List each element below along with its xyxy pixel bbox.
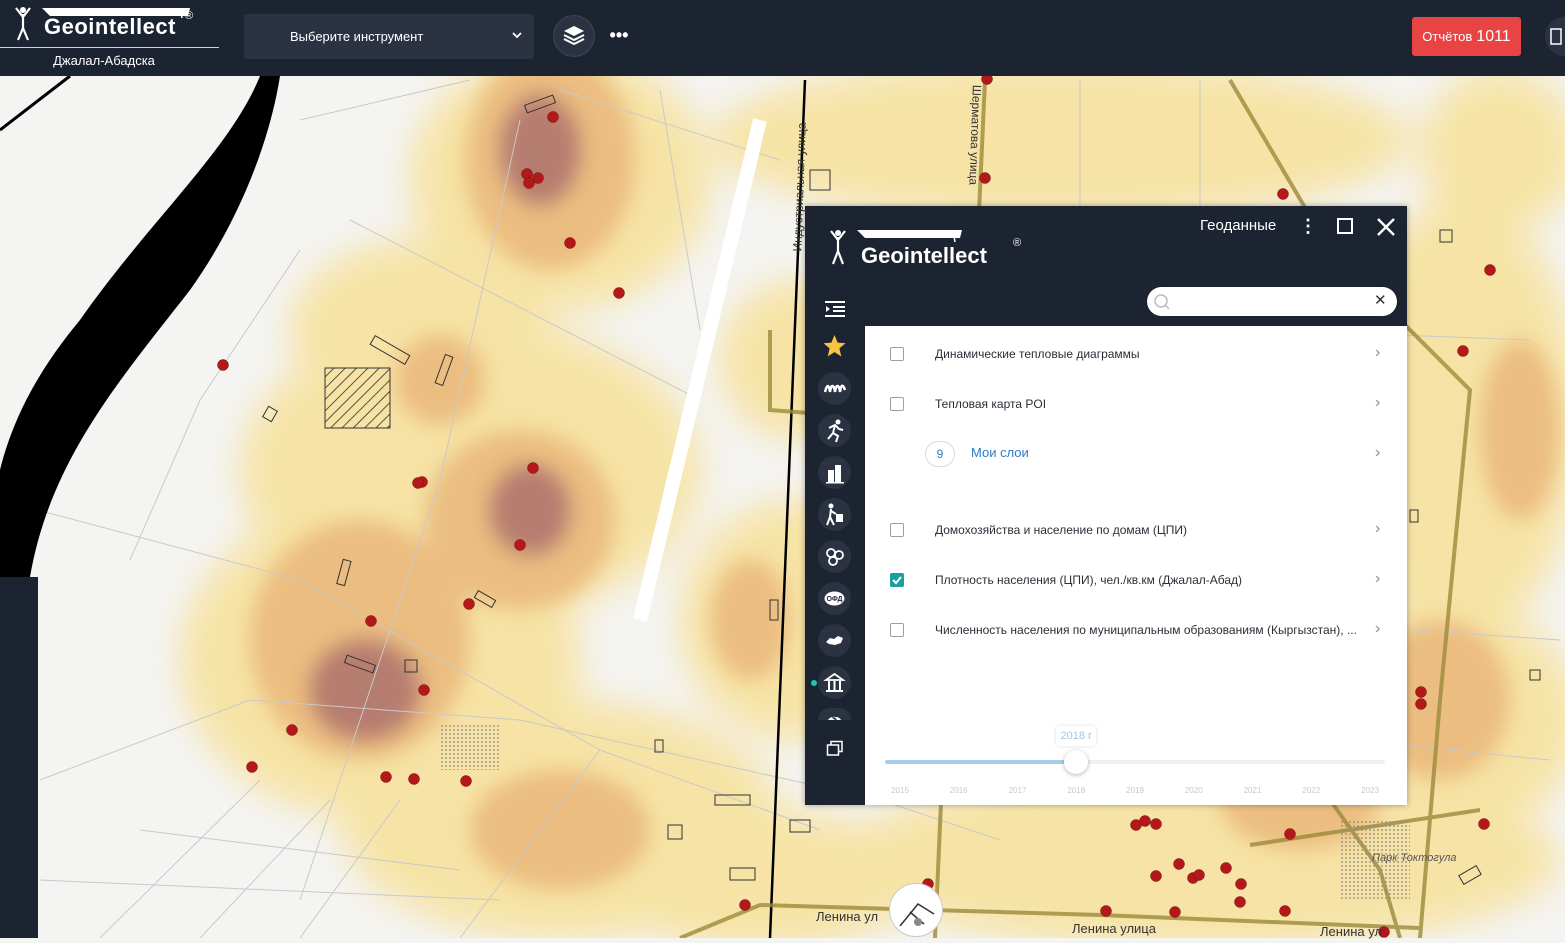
layer-poi-heatmap[interactable]: Тепловая карта POI ›: [865, 380, 1407, 430]
svg-text:ОФД: ОФД: [826, 596, 842, 603]
tool-select-label: Выберите инструмент: [290, 29, 424, 44]
geodata-panel: Geointellect ® Геоданные ⋮ ✕ ОФД $ Динам…: [805, 206, 1407, 805]
category-dollar-icon[interactable]: $: [818, 708, 851, 720]
more-options-button[interactable]: •••: [606, 22, 632, 48]
chevron-right-icon[interactable]: ›: [1375, 444, 1380, 462]
close-icon[interactable]: [1375, 216, 1397, 238]
layer-population-density[interactable]: Плотность населения (ЦПИ), чел./кв.км (Д…: [865, 556, 1407, 606]
layers-button[interactable]: [553, 15, 595, 57]
brand-block[interactable]: Geointellect ® Джалал-Абадска: [0, 0, 220, 76]
category-hexagons-icon[interactable]: [818, 540, 851, 573]
reports-label: Отчётов: [1422, 29, 1473, 44]
brand-registered-mark: ®: [185, 10, 194, 22]
timeline-year-label[interactable]: 2020: [1179, 786, 1209, 795]
top-bar: Geointellect ® Джалал-Абадска Выберите и…: [0, 0, 1565, 76]
category-bank-icon[interactable]: [818, 666, 851, 699]
active-category-indicator: [811, 680, 817, 686]
panel-menu-kebab-icon[interactable]: ⋮: [1299, 215, 1317, 237]
street-label-lenina-2: Ленина улица: [1072, 921, 1156, 936]
layer-checkbox[interactable]: [890, 623, 904, 637]
compass-icon: [899, 903, 935, 927]
my-layers-count-badge: 9: [925, 441, 955, 467]
menu-icon[interactable]: [824, 300, 846, 318]
panel-toggle-icon: [1550, 28, 1562, 45]
tool-select-dropdown[interactable]: Выберите инструмент: [244, 14, 534, 59]
dotted-area: [440, 725, 500, 770]
street-label-lenina-3: Ленина ул: [1320, 924, 1383, 939]
chevron-down-icon: [512, 14, 522, 59]
north-arrow-compass[interactable]: [889, 883, 943, 937]
layer-checkbox[interactable]: [890, 523, 904, 537]
geointellect-logo-icon: [15, 7, 31, 41]
favorites-star-icon[interactable]: [818, 330, 851, 363]
timeline-year-label[interactable]: 2018: [1061, 786, 1091, 795]
timeline-year-label[interactable]: 2016: [944, 786, 974, 795]
layers-icon: [563, 26, 585, 46]
panel-header: Geointellect ® Геоданные ⋮ ✕: [805, 206, 1407, 326]
layer-label: Динамические тепловые диаграммы: [935, 347, 1140, 361]
category-buildings-icon[interactable]: [818, 456, 851, 489]
layer-search-input[interactable]: [1175, 290, 1369, 314]
layer-checkbox[interactable]: [890, 397, 904, 411]
category-map-region-icon[interactable]: [818, 624, 851, 657]
clear-search-icon[interactable]: ✕: [1374, 292, 1387, 310]
svg-text:Geointellect: Geointellect: [861, 243, 988, 268]
timeline-year-label[interactable]: 2021: [1238, 786, 1268, 795]
timeline-fill: [885, 760, 1077, 764]
timeline-year-label[interactable]: 2015: [885, 786, 915, 795]
timeline-year-label[interactable]: 2022: [1296, 786, 1326, 795]
reports-button[interactable]: Отчётов 1011: [1412, 17, 1521, 56]
layer-population-municipal[interactable]: Численность населения по муниципальным о…: [865, 606, 1407, 656]
svg-text:$: $: [832, 714, 837, 720]
layer-checkbox[interactable]: [890, 347, 904, 361]
layer-search-box[interactable]: ✕: [1147, 287, 1397, 316]
search-icon: [1154, 294, 1170, 310]
geointellect-logo-icon: Geointellect ®: [830, 229, 1021, 268]
category-ofd-icon[interactable]: ОФД: [818, 582, 851, 615]
checkmark-icon: [892, 576, 902, 585]
left-side-strip: [0, 577, 38, 938]
year-timeline-slider[interactable]: 2018 г 2015 2016 2017 2018 2019 2020 2021 2022 2…: [885, 726, 1385, 796]
timeline-year-label[interactable]: 2017: [1003, 786, 1033, 795]
brand-name: Geointellect: [44, 14, 176, 39]
chevron-right-icon[interactable]: ›: [1375, 620, 1380, 638]
chevron-right-icon[interactable]: ›: [1375, 344, 1380, 362]
layer-households[interactable]: Домохозяйства и население по домам (ЦПИ)…: [865, 506, 1407, 556]
chevron-right-icon[interactable]: ›: [1375, 394, 1380, 412]
category-runner-icon[interactable]: [818, 414, 851, 447]
current-year-bubble: 2018 г: [1056, 726, 1097, 746]
layer-label: Тепловая карта POI: [935, 397, 1047, 411]
layer-dynamic-heatmaps[interactable]: Динамические тепловые диаграммы ›: [865, 330, 1407, 380]
copy-icon[interactable]: [826, 740, 844, 758]
maximize-icon[interactable]: [1337, 218, 1353, 234]
chevron-right-icon[interactable]: ›: [1375, 520, 1380, 538]
panel-brand-logo: Geointellect ®: [827, 226, 1027, 276]
layer-checkbox-checked[interactable]: [890, 573, 904, 587]
layer-label: Домохозяйства и население по домам (ЦПИ): [935, 523, 1188, 537]
timeline-year-label[interactable]: 2023: [1355, 786, 1385, 795]
park-label-toktogula: Парк Токтогула: [1372, 852, 1457, 864]
my-layers-label: Мои слои: [971, 445, 1029, 460]
timeline-handle[interactable]: [1064, 750, 1089, 774]
layer-my-layers[interactable]: 9 Мои слои ›: [865, 430, 1407, 480]
panel-sidebar: ОФД $: [805, 292, 865, 805]
category-pedestrian-icon[interactable]: [818, 498, 851, 531]
layer-label: Плотность населения (ЦПИ), чел./кв.км (Д…: [935, 573, 1243, 587]
chevron-right-icon[interactable]: ›: [1375, 570, 1380, 588]
reports-count: 1011: [1476, 28, 1511, 45]
brand-divider: [0, 47, 219, 48]
layer-label: Численность населения по муниципальным о…: [935, 623, 1357, 637]
panel-title: Геоданные: [1200, 217, 1277, 234]
street-label-lenina-1: Ленина ул: [816, 909, 879, 924]
city-name: Джалал-Абадска: [53, 53, 155, 68]
svg-text:®: ®: [1013, 237, 1021, 249]
timeline-year-label[interactable]: 2019: [1120, 786, 1150, 795]
right-panel-toggle-button[interactable]: [1545, 17, 1565, 56]
category-wave-icon[interactable]: [818, 372, 851, 405]
